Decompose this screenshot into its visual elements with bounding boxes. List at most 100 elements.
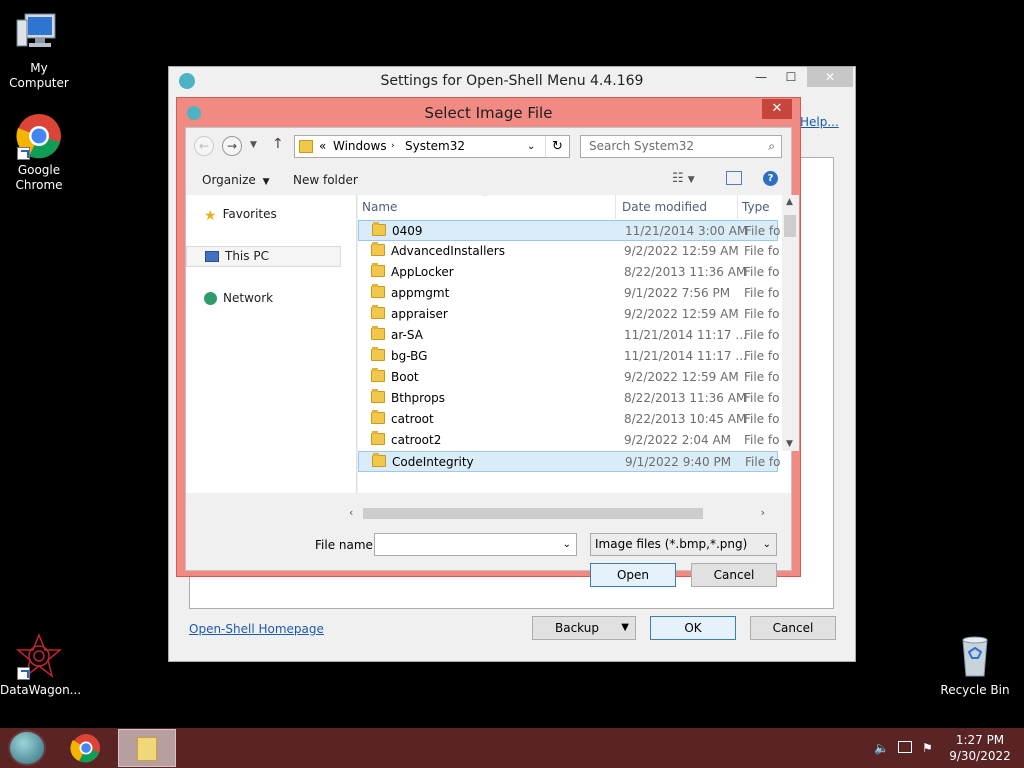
- refresh-button[interactable]: ↻: [545, 136, 569, 157]
- search-input[interactable]: Search System32 ⌕: [580, 135, 782, 158]
- recent-locations-icon[interactable]: ▼: [250, 140, 257, 150]
- organize-button[interactable]: Organize ▼: [202, 173, 270, 187]
- action-center-icon[interactable]: ⚑: [922, 741, 933, 755]
- new-folder-button[interactable]: New folder: [293, 173, 358, 187]
- desktop-icon-label: Google Chrome: [15, 163, 63, 192]
- folder-icon: [371, 284, 385, 298]
- nav-item-this-pc[interactable]: This PC: [186, 246, 341, 267]
- up-arrow-icon[interactable]: ↑: [272, 136, 284, 152]
- dropdown-arrow-icon: ▼: [262, 177, 270, 187]
- file-row[interactable]: catroot 8/22/2013 10:45 AM File fol: [358, 409, 780, 430]
- desktop-icon-label: DataWagon...: [0, 683, 82, 697]
- taskbar-explorer-button[interactable]: [118, 729, 176, 767]
- network-status-icon[interactable]: [898, 741, 912, 753]
- cancel-button[interactable]: Cancel: [750, 616, 836, 640]
- scroll-thumb[interactable]: [784, 215, 796, 237]
- desktop-icon-datawagon[interactable]: DataWagon...: [0, 632, 82, 698]
- desktop-icon-recycle-bin[interactable]: Recycle Bin: [936, 632, 1014, 698]
- file-row[interactable]: Bthprops 8/22/2013 11:36 AM File fol: [358, 388, 780, 409]
- file-row[interactable]: Boot 9/2/2022 12:59 AM File fol: [358, 367, 780, 388]
- dialog-cancel-button[interactable]: Cancel: [691, 563, 777, 587]
- preview-pane-icon[interactable]: [726, 171, 742, 185]
- breadcrumb-system32[interactable]: System32: [405, 136, 465, 157]
- datawagon-icon: [15, 632, 63, 680]
- column-header-name[interactable]: Name: [358, 195, 616, 219]
- homepage-link[interactable]: Open-Shell Homepage: [189, 622, 324, 636]
- file-row[interactable]: appraiser 9/2/2022 12:59 AM File fol: [358, 304, 780, 325]
- backup-button[interactable]: Backup ▼: [532, 616, 636, 640]
- file-date-cell: 11/21/2014 3:00 AM: [625, 224, 748, 238]
- file-row[interactable]: CodeIntegrity 9/1/2022 9:40 PM File fol: [358, 451, 781, 472]
- breadcrumb-windows[interactable]: Windows: [333, 136, 387, 157]
- taskbar-chrome-button[interactable]: [64, 731, 108, 765]
- taskbar: 🔈 ⚑ 1:27 PM 9/30/2022: [0, 728, 1024, 768]
- file-name-label: File name:: [315, 538, 377, 552]
- help-icon[interactable]: ?: [763, 171, 778, 186]
- recycle-bin-icon: [951, 632, 999, 680]
- scroll-up-icon[interactable]: ▲: [786, 197, 793, 207]
- file-row[interactable]: catroot2 9/2/2022 2:04 AM File fol: [358, 430, 780, 451]
- scroll-right-icon[interactable]: ›: [761, 506, 765, 519]
- file-type-cell: File fol: [744, 391, 780, 405]
- ok-button[interactable]: OK: [650, 616, 736, 640]
- chrome-icon: [70, 734, 100, 763]
- settings-titlebar[interactable]: Settings for Open-Shell Menu 4.4.169 — ☐…: [169, 67, 855, 95]
- clock[interactable]: 1:27 PM 9/30/2022: [944, 733, 1016, 763]
- file-type-cell: File fol: [744, 433, 780, 447]
- help-link[interactable]: Help...: [800, 115, 839, 129]
- desktop-icon-my-computer[interactable]: My Computer: [0, 10, 78, 91]
- file-type-cell: File fol: [744, 349, 780, 363]
- minimize-button[interactable]: —: [747, 67, 775, 87]
- navigation-bar: ← → ▼ ↑ « Windows › System32 ⌄ ↻ Search …: [186, 128, 791, 164]
- address-dropdown-icon[interactable]: ⌄: [527, 136, 535, 157]
- vertical-scrollbar[interactable]: ▲ ▼: [782, 195, 799, 451]
- file-row[interactable]: AdvancedInstallers 9/2/2022 12:59 AM File …: [358, 241, 780, 262]
- close-button[interactable]: ✕: [807, 67, 853, 87]
- horizontal-scrollbar[interactable]: ‹ ›: [343, 505, 771, 522]
- column-header-type[interactable]: Type: [738, 195, 788, 219]
- scroll-thumb[interactable]: [363, 508, 703, 519]
- file-type-value: Image files (*.bmp,*.png): [595, 537, 748, 551]
- file-date-cell: 9/2/2022 2:04 AM: [624, 433, 732, 447]
- network-icon: [204, 292, 217, 305]
- dialog-close-button[interactable]: ✕: [762, 99, 792, 119]
- file-type-cell: File fol: [745, 455, 781, 469]
- column-header-date[interactable]: Date modified: [618, 195, 738, 219]
- nav-item-favorites[interactable]: ★ Favorites: [204, 207, 277, 224]
- file-name-cell: AdvancedInstallers: [391, 244, 505, 258]
- start-button[interactable]: [8, 730, 46, 766]
- folder-icon: [299, 140, 313, 153]
- nav-label: Favorites: [222, 207, 277, 221]
- file-name-cell: catroot: [391, 412, 434, 426]
- nav-label: This PC: [225, 249, 269, 263]
- file-row[interactable]: bg-BG 11/21/2014 11:17 ... File fol: [358, 346, 780, 367]
- back-button[interactable]: ←: [194, 136, 214, 156]
- volume-muted-icon[interactable]: 🔈: [874, 741, 889, 755]
- view-options-icon[interactable]: ☷ ▼: [672, 171, 695, 186]
- file-name-input[interactable]: ⌄: [374, 533, 577, 556]
- clock-time: 1:27 PM: [955, 733, 1005, 747]
- file-row[interactable]: ar-SA 11/21/2014 11:17 ... File fol: [358, 325, 780, 346]
- open-button[interactable]: Open: [590, 563, 676, 587]
- file-row[interactable]: appmgmt 9/1/2022 7:56 PM File fol: [358, 283, 780, 304]
- file-name-cell: 0409: [392, 224, 423, 238]
- desktop-icon-google-chrome[interactable]: Google Chrome: [0, 112, 78, 193]
- address-bar[interactable]: « Windows › System32 ⌄ ↻: [294, 135, 570, 158]
- organize-label: Organize: [202, 173, 256, 187]
- file-date-cell: 8/22/2013 10:45 AM: [624, 412, 747, 426]
- file-type-select[interactable]: Image files (*.bmp,*.png) ⌄: [590, 533, 777, 556]
- dropdown-arrow-icon[interactable]: ⌄: [563, 534, 571, 555]
- scroll-left-icon[interactable]: ‹: [349, 506, 353, 519]
- forward-button[interactable]: →: [222, 136, 242, 156]
- file-name-cell: Bthprops: [391, 391, 446, 405]
- file-date-cell: 9/1/2022 9:40 PM: [625, 455, 732, 469]
- folder-icon: [371, 305, 385, 319]
- nav-item-network[interactable]: Network: [204, 291, 273, 305]
- folder-icon: [371, 263, 385, 277]
- file-row[interactable]: 0409 11/21/2014 3:00 AM File fol: [358, 220, 781, 241]
- folder-icon: [371, 326, 385, 340]
- maximize-button[interactable]: ☐: [777, 67, 805, 87]
- file-name-cell: ar-SA: [391, 328, 423, 342]
- file-row[interactable]: AppLocker 8/22/2013 11:36 AM File fol: [358, 262, 780, 283]
- scroll-down-icon[interactable]: ▼: [786, 439, 793, 449]
